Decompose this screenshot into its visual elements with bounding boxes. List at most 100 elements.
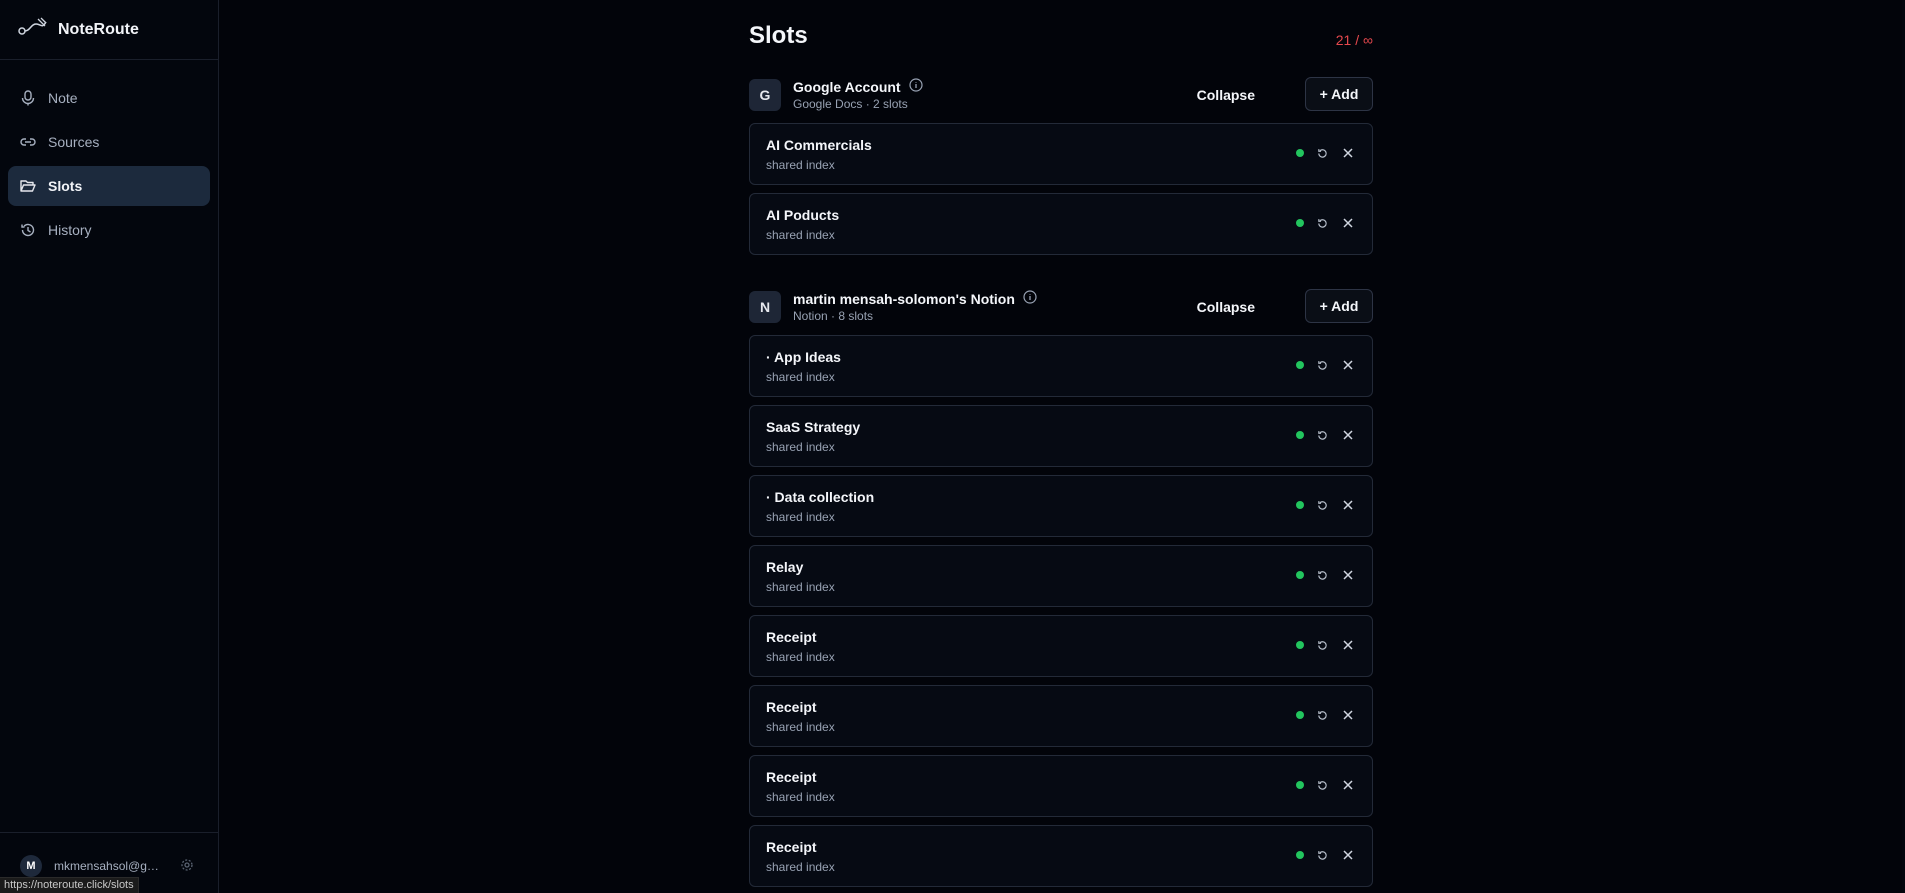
slot-subtitle: shared index [766, 370, 835, 384]
status-dot [1296, 431, 1304, 439]
status-dot [1296, 361, 1304, 369]
close-icon[interactable] [1340, 357, 1356, 373]
slot-card[interactable]: Receipt shared index [749, 825, 1373, 887]
slot-subtitle: shared index [766, 510, 835, 524]
slot-subtitle: shared index [766, 720, 835, 734]
slot-subtitle: shared index [766, 158, 835, 172]
info-icon[interactable] [1023, 290, 1037, 307]
refresh-icon[interactable] [1314, 567, 1330, 583]
slot-name: AI Commercials [766, 137, 872, 153]
noteroute-logo-icon [18, 16, 48, 43]
user-menu[interactable]: M mkmensahsol@gm... [20, 855, 166, 877]
status-dot [1296, 851, 1304, 859]
add-slot-button[interactable]: + Add [1305, 77, 1373, 111]
group-title: martin mensah-solomon's Notion [793, 290, 1037, 307]
refresh-icon[interactable] [1314, 707, 1330, 723]
slot-card[interactable]: AI Poducts shared index [749, 193, 1373, 255]
sidebar-item-history[interactable]: History [8, 210, 210, 250]
status-dot [1296, 219, 1304, 227]
group-subtitle: Google Docs · 2 slots [793, 97, 908, 111]
brand[interactable]: NoteRoute [0, 0, 218, 60]
slot-actions [1296, 567, 1356, 583]
slot-name: · Data collection [766, 489, 875, 505]
status-dot [1296, 781, 1304, 789]
info-icon[interactable] [908, 78, 923, 95]
status-dot [1296, 149, 1304, 157]
collapse-button[interactable]: Collapse [1197, 299, 1255, 315]
slot-name: Receipt [766, 839, 817, 855]
slot-subtitle: shared index [766, 790, 835, 804]
slot-actions [1296, 145, 1356, 161]
sidebar-item-slots[interactable]: Slots [8, 166, 210, 206]
slot-actions [1296, 215, 1356, 231]
slot-name: Receipt [766, 769, 817, 785]
slot-card[interactable]: · Data collection shared index [749, 475, 1373, 537]
group-title-text: Google Account [793, 78, 901, 95]
status-dot [1296, 641, 1304, 649]
sidebar-item-sources[interactable]: Sources [8, 122, 210, 162]
status-dot [1296, 501, 1304, 509]
slot-card[interactable]: SaaS Strategy shared index [749, 405, 1373, 467]
slot-card[interactable]: Receipt shared index [749, 615, 1373, 677]
gear-icon[interactable] [180, 858, 194, 877]
refresh-icon[interactable] [1314, 215, 1330, 231]
refresh-icon[interactable] [1314, 427, 1330, 443]
status-dot [1296, 711, 1304, 719]
sidebar-item-note[interactable]: Note [8, 78, 210, 118]
sidebar: NoteRoute Note Sources Slots History M m… [0, 0, 219, 893]
slot-subtitle: shared index [766, 650, 835, 664]
slot-actions [1296, 357, 1356, 373]
close-icon[interactable] [1340, 145, 1356, 161]
slot-subtitle: shared index [766, 580, 835, 594]
close-icon[interactable] [1340, 215, 1356, 231]
slot-name: SaaS Strategy [766, 419, 861, 435]
slot-card[interactable]: · App Ideas shared index [749, 335, 1373, 397]
refresh-icon[interactable] [1314, 847, 1330, 863]
group-badge: G [749, 79, 781, 111]
close-icon[interactable] [1340, 427, 1356, 443]
collapse-button[interactable]: Collapse [1197, 87, 1255, 103]
slot-card[interactable]: Receipt shared index [749, 755, 1373, 817]
slot-name: · App Ideas [766, 349, 841, 365]
status-dot [1296, 571, 1304, 579]
refresh-icon[interactable] [1314, 145, 1330, 161]
close-icon[interactable] [1340, 637, 1356, 653]
refresh-icon[interactable] [1314, 497, 1330, 513]
sidebar-item-label: History [48, 222, 92, 238]
group-title: Google Account [793, 78, 923, 95]
close-icon[interactable] [1340, 567, 1356, 583]
slot-card[interactable]: AI Commercials shared index [749, 123, 1373, 185]
add-slot-button[interactable]: + Add [1305, 289, 1373, 323]
status-bar-url: https://noteroute.click/slots [0, 877, 139, 893]
microphone-icon [20, 90, 36, 106]
slot-card[interactable]: Receipt shared index [749, 685, 1373, 747]
sidebar-item-label: Slots [48, 178, 83, 194]
group-title-text: martin mensah-solomon's Notion [793, 290, 1015, 307]
slot-name: Relay [766, 559, 804, 575]
sidebar-item-label: Sources [48, 134, 100, 150]
group-header: G Google Account Google Docs · 2 slots C… [749, 77, 1373, 117]
user-email: mkmensahsol@gm... [54, 859, 166, 873]
slot-subtitle: shared index [766, 228, 835, 242]
history-icon [20, 222, 36, 238]
refresh-icon[interactable] [1314, 777, 1330, 793]
avatar: M [20, 855, 42, 877]
slot-card[interactable]: Relay shared index [749, 545, 1373, 607]
close-icon[interactable] [1340, 777, 1356, 793]
slot-actions [1296, 847, 1356, 863]
close-icon[interactable] [1340, 707, 1356, 723]
group-subtitle: Notion · 8 slots [793, 309, 874, 323]
close-icon[interactable] [1340, 847, 1356, 863]
slot-actions [1296, 777, 1356, 793]
slot-actions [1296, 707, 1356, 723]
app-name: NoteRoute [58, 20, 139, 38]
close-icon[interactable] [1340, 497, 1356, 513]
slot-actions [1296, 637, 1356, 653]
refresh-icon[interactable] [1314, 637, 1330, 653]
slot-actions [1296, 427, 1356, 443]
refresh-icon[interactable] [1314, 357, 1330, 373]
slot-name: Receipt [766, 699, 817, 715]
slot-name: AI Poducts [766, 207, 840, 223]
folder-open-icon [20, 178, 36, 194]
slot-subtitle: shared index [766, 440, 835, 454]
